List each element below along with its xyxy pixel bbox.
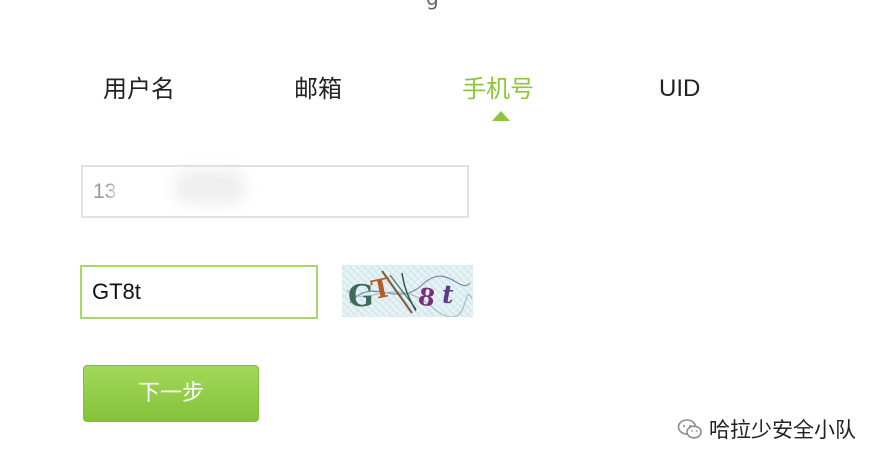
tab-phone[interactable]: 手机号	[462, 72, 534, 106]
redaction-blur-shadow	[175, 170, 245, 204]
next-step-button[interactable]: 下一步	[83, 365, 259, 422]
captcha-image[interactable]: G T 8 t	[342, 265, 473, 317]
login-method-tabs: 用户名 邮箱 手机号 UID	[0, 72, 888, 132]
watermark: 哈拉少安全小队	[677, 414, 856, 444]
active-tab-indicator	[492, 111, 510, 121]
cropped-top-text: g	[426, 0, 439, 10]
tab-email[interactable]: 邮箱	[294, 72, 342, 106]
tab-uid[interactable]: UID	[659, 72, 700, 106]
captcha-input[interactable]	[80, 265, 318, 319]
watermark-text: 哈拉少安全小队	[709, 418, 856, 442]
tab-username[interactable]: 用户名	[103, 72, 175, 106]
wechat-icon	[677, 419, 702, 439]
captcha-char-4: t	[442, 280, 454, 309]
captcha-char-3: 8	[416, 281, 437, 312]
